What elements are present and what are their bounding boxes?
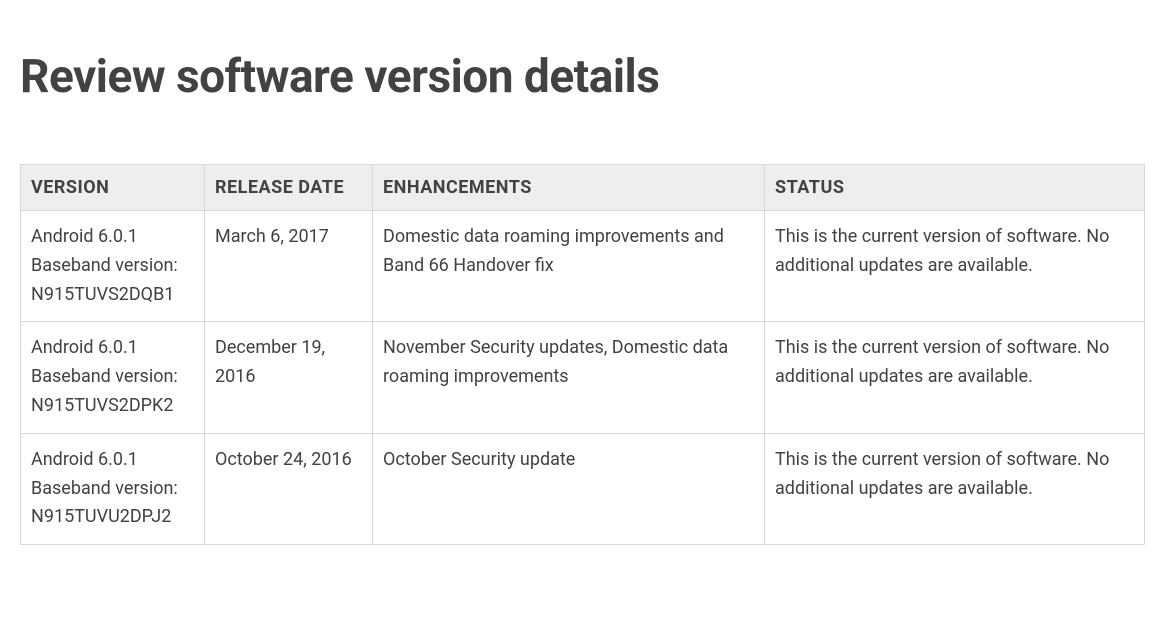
cell-version: Android 6.0.1 Baseband version: N915TUVU… [21,433,205,544]
cell-release-date: October 24, 2016 [205,433,373,544]
cell-release-date: March 6, 2017 [205,211,373,322]
cell-enhancements: Domestic data roaming improvements and B… [373,211,765,322]
page-title: Review software version details [20,50,1141,104]
cell-status: This is the current version of software.… [765,433,1145,544]
version-details-table: VERSION RELEASE DATE ENHANCEMENTS STATUS… [20,164,1145,545]
header-enhancements: ENHANCEMENTS [373,165,765,211]
cell-release-date: December 19, 2016 [205,322,373,433]
table-row: Android 6.0.1 Baseband version: N915TUVS… [21,322,1145,433]
cell-enhancements: November Security updates, Domestic data… [373,322,765,433]
table-row: Android 6.0.1 Baseband version: N915TUVS… [21,211,1145,322]
cell-status: This is the current version of software.… [765,211,1145,322]
cell-version: Android 6.0.1 Baseband version: N915TUVS… [21,322,205,433]
header-version: VERSION [21,165,205,211]
cell-enhancements: October Security update [373,433,765,544]
header-release-date: RELEASE DATE [205,165,373,211]
table-header-row: VERSION RELEASE DATE ENHANCEMENTS STATUS [21,165,1145,211]
header-status: STATUS [765,165,1145,211]
table-row: Android 6.0.1 Baseband version: N915TUVU… [21,433,1145,544]
cell-status: This is the current version of software.… [765,322,1145,433]
cell-version: Android 6.0.1 Baseband version: N915TUVS… [21,211,205,322]
